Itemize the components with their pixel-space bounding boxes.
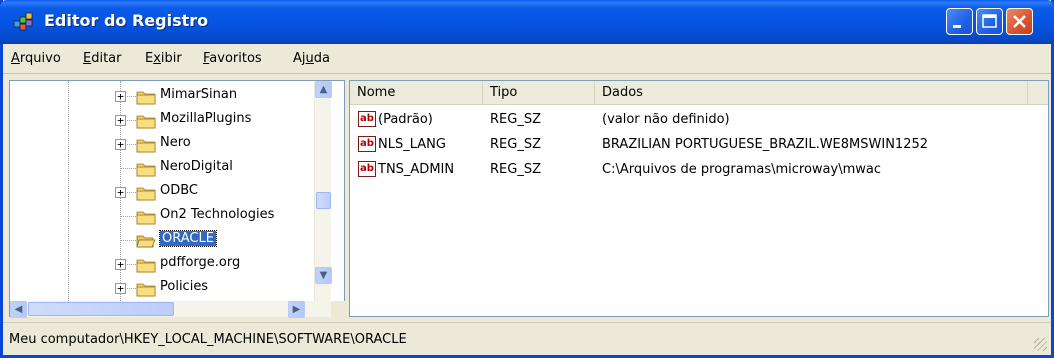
expand-icon[interactable]: + xyxy=(115,91,126,102)
status-path: Meu computador\HKEY_LOCAL_MACHINE\SOFTWA… xyxy=(9,332,407,347)
folder-icon xyxy=(136,283,156,297)
folder-icon xyxy=(136,211,156,225)
scroll-thumb[interactable] xyxy=(316,192,331,209)
tree-node[interactable]: + pdfforge.org xyxy=(10,253,314,277)
folder-icon xyxy=(136,259,156,273)
tree-node-label[interactable]: Nero xyxy=(160,135,191,150)
minimize-button[interactable] xyxy=(946,8,973,35)
menu-ajuda[interactable]: Ajuda xyxy=(293,51,330,66)
menu-exibir[interactable]: Exibir xyxy=(145,51,182,66)
expand-icon[interactable]: + xyxy=(115,259,126,270)
column-header-dados[interactable]: Dados xyxy=(595,81,1028,105)
scrollbar-corner xyxy=(331,301,346,317)
tree-node-label[interactable]: pdfforge.org xyxy=(160,255,240,270)
menu-editar[interactable]: Editar xyxy=(83,51,122,66)
close-icon xyxy=(1013,15,1026,28)
scroll-down-button[interactable]: ▼ xyxy=(315,267,332,284)
string-value-icon: ab xyxy=(358,111,376,127)
menu-bar: Arquivo Editar Exibir Favoritos Ajuda xyxy=(3,44,1051,74)
value-type: REG_SZ xyxy=(490,137,541,152)
registry-editor-window: Editor do Registro Arquivo Editar Exibir… xyxy=(0,0,1054,358)
tree-node[interactable]: NeroDigital xyxy=(10,157,314,181)
value-name: (Padrão) xyxy=(378,112,433,127)
values-list-pane[interactable]: Nome Tipo Dados ab (Padrão) REG_SZ (valor n… xyxy=(349,80,1049,317)
value-data: BRAZILIAN PORTUGUESE_BRAZIL.WE8MSWIN1252 xyxy=(602,137,929,152)
tree-node[interactable]: + Nero xyxy=(10,133,314,157)
tree-node-label[interactable]: MimarSinan xyxy=(160,87,237,102)
tree-node[interactable]: ORACLE xyxy=(10,229,314,253)
tree-node[interactable]: On2 Technologies xyxy=(10,205,314,229)
value-data: (valor não definido) xyxy=(602,112,730,127)
tree-node-label[interactable]: MozillaPlugins xyxy=(160,111,251,126)
tree-node-label[interactable]: Policies xyxy=(160,279,208,294)
folder-icon xyxy=(136,115,156,129)
maximize-icon xyxy=(982,14,997,28)
string-value-icon: ab xyxy=(358,136,376,152)
tree-node[interactable]: + Policies xyxy=(10,277,314,301)
folder-icon xyxy=(136,91,156,105)
tree-horizontal-scrollbar[interactable]: ◀ ▶ xyxy=(10,301,331,318)
column-header-nome[interactable]: Nome xyxy=(350,81,483,105)
tree-connector xyxy=(120,240,136,241)
horizontal-scroll-thumb[interactable] xyxy=(28,302,174,316)
value-type: REG_SZ xyxy=(490,112,541,127)
tree-node[interactable]: + MimarSinan xyxy=(10,85,314,109)
expand-icon[interactable]: + xyxy=(115,139,126,150)
scroll-left-button[interactable]: ◀ xyxy=(10,301,27,318)
key-tree: + MimarSinan + MozillaPlugins + Nero NeroDigit… xyxy=(10,81,314,301)
expand-icon[interactable]: + xyxy=(115,187,126,198)
tree-node[interactable]: + ODBC xyxy=(10,181,314,205)
resize-grip[interactable] xyxy=(1034,338,1047,351)
tree-node-label[interactable]: ORACLE xyxy=(159,230,217,247)
tree-node-label[interactable]: NeroDigital xyxy=(160,159,233,174)
string-value-icon: ab xyxy=(358,161,376,177)
folder-icon xyxy=(136,163,156,177)
tree-connector xyxy=(120,168,136,169)
scroll-right-button[interactable]: ▶ xyxy=(288,301,305,318)
value-type: REG_SZ xyxy=(490,162,541,177)
tree-vertical-scrollbar[interactable]: ▲ ▼ xyxy=(314,81,332,301)
key-tree-pane[interactable]: + MimarSinan + MozillaPlugins + Nero NeroDigit… xyxy=(9,80,346,318)
tree-node-label[interactable]: On2 Technologies xyxy=(160,207,274,222)
value-name: NLS_LANG xyxy=(378,137,446,152)
maximize-button[interactable] xyxy=(976,8,1003,35)
column-header-tipo[interactable]: Tipo xyxy=(483,81,595,105)
menu-arquivo[interactable]: Arquivo xyxy=(11,51,61,66)
window-title: Editor do Registro xyxy=(44,11,209,30)
close-button[interactable] xyxy=(1006,8,1033,35)
value-row[interactable]: ab NLS_LANG REG_SZ BRAZILIAN PORTUGUESE_BRA… xyxy=(350,133,1048,157)
tree-node-label[interactable]: ODBC xyxy=(160,183,198,198)
title-bar[interactable]: Editor do Registro xyxy=(0,0,1054,44)
minimize-icon xyxy=(953,25,961,28)
tree-connector xyxy=(120,216,136,217)
folder-icon xyxy=(136,187,156,201)
value-row[interactable]: ab (Padrão) REG_SZ (valor não definido) xyxy=(350,108,1048,132)
expand-icon[interactable]: + xyxy=(115,115,126,126)
status-bar: Meu computador\HKEY_LOCAL_MACHINE\SOFTWA… xyxy=(3,322,1051,355)
registry-editor-icon xyxy=(13,12,33,31)
expand-icon[interactable]: + xyxy=(115,283,126,294)
menu-favoritos[interactable]: Favoritos xyxy=(203,51,262,66)
open-folder-icon xyxy=(136,235,156,248)
value-row[interactable]: ab TNS_ADMIN REG_SZ C:\Arquivos de programa… xyxy=(350,158,1048,182)
list-header: Nome Tipo Dados xyxy=(350,81,1048,105)
scroll-up-button[interactable]: ▲ xyxy=(315,81,332,98)
tree-node[interactable]: + MozillaPlugins xyxy=(10,109,314,133)
value-data: C:\Arquivos de programas\microway\mwac xyxy=(602,162,882,177)
folder-icon xyxy=(136,139,156,153)
value-name: TNS_ADMIN xyxy=(378,162,455,177)
